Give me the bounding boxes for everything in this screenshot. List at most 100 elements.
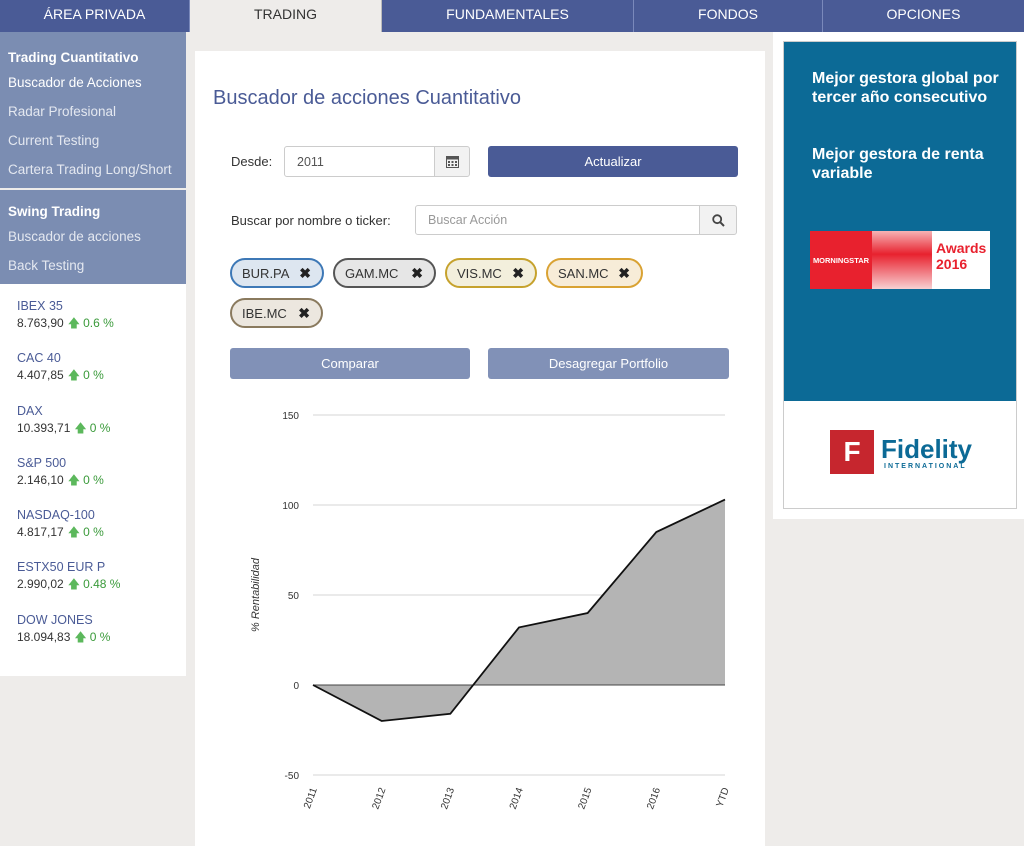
- index-value: 4.407,85: [17, 368, 64, 383]
- morningstar-brand: MORNINGSTAR: [810, 231, 872, 289]
- index-sp500[interactable]: S&P 500 2.146,10 🡅 0 %: [17, 455, 186, 507]
- y-axis-label: % Rentabilidad: [250, 557, 262, 632]
- index-dowjones[interactable]: DOW JONES 18.094,83 🡅 0 %: [17, 612, 186, 664]
- market-indices: IBEX 35 8.763,90 🡅 0.6 % CAC 40 4.407,85 🡅 0…: [0, 284, 186, 677]
- sidebar: Trading Cuantitativo Buscador de Accione…: [0, 32, 186, 677]
- index-ibex35[interactable]: IBEX 35 8.763,90 🡅 0.6 %: [17, 298, 186, 350]
- index-name: DAX: [17, 403, 43, 418]
- nav-trading[interactable]: TRADING: [190, 0, 382, 32]
- ticker-tag-bur[interactable]: BUR.PA ✖: [230, 258, 324, 288]
- search-icon[interactable]: [699, 205, 737, 235]
- index-change: 0.48 %: [83, 577, 121, 592]
- arrow-up-icon: 🡅: [67, 472, 81, 487]
- menu-heading-quant: Trading Cuantitativo: [8, 50, 139, 65]
- x-tick-label: 2015: [577, 786, 595, 811]
- index-name: IBEX 35: [17, 299, 63, 313]
- index-change: 0 %: [83, 472, 104, 487]
- calendar-icon[interactable]: [434, 146, 470, 177]
- close-icon[interactable]: ✖: [298, 305, 310, 322]
- index-change: 0 %: [83, 525, 104, 540]
- x-tick-label: 2014: [508, 786, 526, 811]
- arrow-up-icon: 🡅: [67, 316, 81, 330]
- fidelity-mark-icon: F: [830, 430, 874, 474]
- desde-label: Desde:: [231, 154, 273, 169]
- actualizar-button[interactable]: Actualizar: [488, 146, 738, 177]
- tag-label: IBE.MC: [242, 305, 287, 321]
- morningstar-awards-logo: MORNINGSTAR Awards 2016: [810, 231, 990, 289]
- index-dax[interactable]: DAX 10.393,71 🡅 0 %: [17, 403, 186, 455]
- ticker-tag-vis[interactable]: VIS.MC ✖: [445, 258, 537, 288]
- arrow-up-icon: 🡅: [74, 629, 87, 644]
- ad-headline-1: Mejor gestora global por tercer año cons…: [812, 70, 999, 106]
- ad-blue-panel: Mejor gestora global por tercer año cons…: [784, 42, 1016, 401]
- sidebar-item-current-testing[interactable]: Current Testing: [8, 126, 186, 155]
- menu-swing-trading: Swing Trading Buscador de acciones Back …: [0, 188, 186, 284]
- x-tick-label: 2012: [371, 786, 389, 811]
- arrow-up-icon: 🡅: [67, 368, 81, 383]
- y-tick-label: -50: [285, 771, 300, 782]
- index-nasdaq100[interactable]: NASDAQ-100 4.817,17 🡅 0 %: [17, 507, 186, 559]
- index-change: 0.6 %: [83, 316, 114, 330]
- main-panel: Buscador de acciones Cuantitativo Desde:…: [195, 51, 765, 846]
- nav-opciones[interactable]: OPCIONES: [823, 0, 1024, 32]
- index-name: ESTX50 EUR P: [17, 560, 106, 575]
- ticker-tag-ibe[interactable]: IBE.MC ✖: [230, 298, 323, 328]
- nav-area-privada[interactable]: ÁREA PRIVADA: [0, 0, 190, 32]
- menu-trading-cuantitativo: Trading Cuantitativo Buscador de Accione…: [0, 32, 186, 188]
- index-change: 0 %: [89, 420, 111, 435]
- y-tick-label: 150: [282, 411, 299, 422]
- top-nav: ÁREA PRIVADA TRADING FUNDAMENTALES FONDO…: [0, 0, 1024, 32]
- close-icon[interactable]: ✖: [618, 265, 630, 282]
- desde-input[interactable]: 2011: [284, 146, 436, 177]
- index-value: 8.763,90: [17, 316, 64, 330]
- menu-heading-swing: Swing Trading: [8, 204, 101, 219]
- series-area: [313, 499, 725, 721]
- ad-banner[interactable]: Mejor gestora global por tercer año cons…: [773, 32, 1024, 519]
- nav-fundamentales[interactable]: FUNDAMENTALES: [382, 0, 634, 32]
- awards-year: 2016: [936, 256, 968, 272]
- tag-label: GAM.MC: [345, 265, 399, 281]
- comparar-button[interactable]: Comparar: [230, 348, 470, 379]
- arrow-up-icon: 🡅: [67, 577, 81, 592]
- ticker-tag-gam[interactable]: GAM.MC ✖: [333, 258, 436, 288]
- fidelity-logo: F Fidelity INTERNATIONAL: [830, 430, 972, 474]
- index-name: CAC 40: [17, 351, 61, 366]
- returns-chart: 150 100 50 0 -502011 2012 2013 2014 2015 2016 YTD%…: [250, 411, 732, 811]
- sidebar-item-back-testing[interactable]: Back Testing: [8, 251, 186, 280]
- fidelity-subtitle: INTERNATIONAL: [884, 462, 967, 470]
- ad-frame: Mejor gestora global por tercer año cons…: [783, 41, 1017, 509]
- index-cac40[interactable]: CAC 40 4.407,85 🡅 0 %: [17, 350, 186, 402]
- index-name: S&P 500: [17, 455, 67, 470]
- index-name: NASDAQ-100: [17, 508, 95, 523]
- index-value: 18.094,83: [17, 629, 71, 644]
- close-icon[interactable]: ✖: [411, 265, 423, 282]
- index-value: 10.393,71: [17, 420, 71, 435]
- x-tick-label: 2011: [302, 786, 320, 810]
- search-input[interactable]: Buscar Acción: [415, 205, 701, 235]
- index-value: 2.990,02: [17, 577, 64, 592]
- fidelity-name: Fidelity: [881, 433, 973, 464]
- arrow-up-icon: 🡅: [74, 420, 87, 435]
- morningstar-graphic: [872, 231, 932, 289]
- desagregar-portfolio-button[interactable]: Desagregar Portfolio: [488, 348, 729, 379]
- close-icon[interactable]: ✖: [299, 265, 311, 282]
- close-icon[interactable]: ✖: [512, 265, 524, 282]
- y-tick-label: 50: [288, 591, 300, 602]
- index-name: DOW JONES: [17, 612, 93, 627]
- x-tick-label: YTD: [715, 786, 732, 809]
- sidebar-item-buscador-acciones[interactable]: Buscador de Acciones: [8, 68, 186, 97]
- awards-label: Awards: [936, 240, 987, 256]
- sidebar-item-buscador-swing[interactable]: Buscador de acciones: [8, 222, 186, 251]
- y-tick-label: 100: [282, 501, 299, 512]
- x-tick-label: 2016: [645, 786, 663, 811]
- sidebar-item-radar-profesional[interactable]: Radar Profesional: [8, 97, 186, 126]
- index-estx50[interactable]: ESTX50 EUR P 2.990,02 🡅 0.48 %: [17, 559, 186, 611]
- ad-headline-2: Mejor gestora de renta variable: [812, 146, 984, 182]
- tag-label: BUR.PA: [242, 265, 290, 281]
- sidebar-item-cartera-long-short[interactable]: Cartera Trading Long/Short: [8, 155, 186, 184]
- nav-fondos[interactable]: FONDOS: [634, 0, 823, 32]
- index-value: 4.817,17: [17, 525, 64, 540]
- ticker-tag-san[interactable]: SAN.MC ✖: [546, 258, 643, 288]
- search-label: Buscar por nombre o ticker:: [231, 213, 391, 228]
- arrow-up-icon: 🡅: [67, 525, 81, 540]
